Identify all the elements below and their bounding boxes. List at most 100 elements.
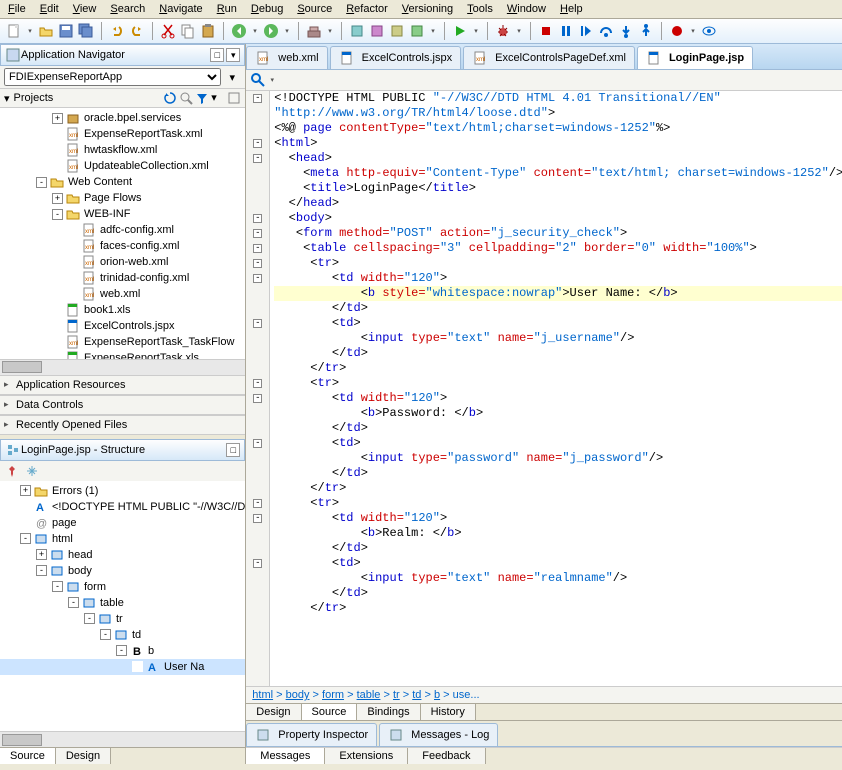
code-line[interactable]: <meta http-equiv="Content-Type" content=… bbox=[274, 166, 842, 181]
step-over-icon[interactable] bbox=[598, 23, 614, 39]
gutter-row[interactable]: - bbox=[246, 391, 269, 406]
code-line[interactable]: <td> bbox=[274, 556, 842, 571]
sub-tab-feedback[interactable]: Feedback bbox=[408, 748, 485, 764]
menu-tools[interactable]: Tools bbox=[467, 3, 493, 15]
fold-icon[interactable]: - bbox=[253, 94, 262, 103]
menu-edit[interactable]: Edit bbox=[40, 3, 59, 15]
tree-item[interactable]: xmlExpenseReportTask.xml bbox=[0, 126, 245, 142]
code-line[interactable]: <head> bbox=[274, 151, 842, 166]
editor-tab-ExcelControls.jspx[interactable]: ExcelControls.jspx bbox=[330, 46, 461, 69]
tree-item[interactable]: +Page Flows bbox=[0, 190, 245, 206]
tree-item[interactable]: ExpenseReportTask.xls bbox=[0, 350, 245, 359]
deploy-icon[interactable] bbox=[409, 23, 425, 39]
gutter-row[interactable]: - bbox=[246, 556, 269, 571]
code-line[interactable]: <body> bbox=[274, 211, 842, 226]
breadcrumb-item[interactable]: html bbox=[252, 689, 273, 701]
dropdown-icon[interactable]: ▾ bbox=[26, 23, 34, 39]
gutter-row[interactable] bbox=[246, 121, 269, 136]
tree-item[interactable]: ExcelControls.jspx bbox=[0, 318, 245, 334]
expand-icon[interactable]: - bbox=[68, 597, 79, 608]
menu-refactor[interactable]: Refactor bbox=[346, 3, 388, 15]
code-line[interactable]: </td> bbox=[274, 586, 842, 601]
gutter-row[interactable] bbox=[246, 286, 269, 301]
paste-icon[interactable] bbox=[200, 23, 216, 39]
tree-item[interactable]: -html bbox=[0, 531, 245, 547]
gutter-row[interactable]: - bbox=[246, 511, 269, 526]
watch-icon[interactable] bbox=[701, 23, 717, 39]
expand-icon[interactable]: + bbox=[20, 485, 31, 496]
breakpoint-icon[interactable] bbox=[669, 23, 685, 39]
tree-item[interactable]: xmlorion-web.xml bbox=[0, 254, 245, 270]
gutter-row[interactable]: - bbox=[246, 241, 269, 256]
h-scrollbar[interactable] bbox=[0, 731, 245, 747]
menu-debug[interactable]: Debug bbox=[251, 3, 283, 15]
expand-icon[interactable]: - bbox=[100, 629, 111, 640]
app-select[interactable]: FDIExpenseReportApp bbox=[4, 68, 221, 86]
tree-item[interactable]: book1.xls bbox=[0, 302, 245, 318]
options-icon[interactable] bbox=[227, 91, 241, 105]
tree-item[interactable]: xmlfaces-config.xml bbox=[0, 238, 245, 254]
fold-icon[interactable]: - bbox=[253, 319, 262, 328]
menu-window[interactable]: Window bbox=[507, 3, 546, 15]
panel-tab[interactable]: Property Inspector bbox=[246, 723, 377, 746]
gutter-row[interactable] bbox=[246, 451, 269, 466]
code-line[interactable]: </td> bbox=[274, 466, 842, 481]
menu-versioning[interactable]: Versioning bbox=[402, 3, 453, 15]
code-line[interactable]: <table cellspacing="3" cellpadding="2" b… bbox=[274, 241, 842, 256]
gutter-row[interactable] bbox=[246, 421, 269, 436]
menu-file[interactable]: File bbox=[8, 3, 26, 15]
code-line[interactable]: <%@ page contentType="text/html;charset=… bbox=[274, 121, 842, 136]
code-line[interactable]: </head> bbox=[274, 196, 842, 211]
app-menu-button[interactable]: ▾ bbox=[223, 68, 241, 86]
code-line[interactable]: <td width="120"> bbox=[274, 511, 842, 526]
tab-design[interactable]: Design bbox=[56, 748, 111, 764]
tree-item[interactable]: -Bb bbox=[0, 643, 245, 659]
tree-item[interactable]: xmladfc-config.xml bbox=[0, 222, 245, 238]
minimize-button[interactable]: □ bbox=[226, 443, 240, 457]
dropdown-button[interactable]: ▾ bbox=[226, 48, 240, 62]
tree-item[interactable]: +Errors (1) bbox=[0, 483, 245, 499]
breadcrumb-item[interactable]: form bbox=[322, 689, 344, 701]
code-line[interactable]: <input type="text" name="realmname"/> bbox=[274, 571, 842, 586]
save-all-icon[interactable] bbox=[78, 23, 94, 39]
tree-item[interactable]: xmlExpenseReportTask_TaskFlow bbox=[0, 334, 245, 350]
gutter-row[interactable] bbox=[246, 196, 269, 211]
pin-icon[interactable] bbox=[4, 463, 20, 479]
menu-navigate[interactable]: Navigate bbox=[159, 3, 202, 15]
tree-item[interactable]: -Web Content bbox=[0, 174, 245, 190]
forward-icon[interactable] bbox=[263, 23, 279, 39]
menu-search[interactable]: Search bbox=[110, 3, 145, 15]
gutter-row[interactable] bbox=[246, 601, 269, 616]
gutter-row[interactable] bbox=[246, 526, 269, 541]
find-icon[interactable] bbox=[179, 91, 193, 105]
panel-tab[interactable]: Messages - Log bbox=[379, 723, 498, 746]
dropdown-icon[interactable]: ▾ bbox=[429, 23, 437, 39]
view-tab-history[interactable]: History bbox=[421, 704, 476, 720]
find-icon[interactable] bbox=[250, 72, 266, 88]
gutter-row[interactable] bbox=[246, 361, 269, 376]
tree-item[interactable]: +oracle.bpel.services bbox=[0, 110, 245, 126]
sub-tab-extensions[interactable]: Extensions bbox=[325, 748, 408, 764]
code-line[interactable]: <td width="120"> bbox=[274, 271, 842, 286]
gutter-row[interactable]: - bbox=[246, 316, 269, 331]
gutter-row[interactable]: - bbox=[246, 226, 269, 241]
fold-icon[interactable]: - bbox=[253, 514, 262, 523]
fold-icon[interactable]: - bbox=[253, 259, 262, 268]
code-editor[interactable]: --------------- <!DOCTYPE HTML PUBLIC "-… bbox=[246, 91, 842, 686]
code-line[interactable]: </td> bbox=[274, 301, 842, 316]
expand-icon[interactable]: - bbox=[52, 209, 63, 220]
code-line[interactable]: <b>Password: </b> bbox=[274, 406, 842, 421]
tree-item[interactable]: xmlhwtaskflow.xml bbox=[0, 142, 245, 158]
fold-icon[interactable]: - bbox=[253, 154, 262, 163]
dropdown-icon[interactable]: ▾ bbox=[268, 72, 276, 88]
project-tree[interactable]: +oracle.bpel.servicesxmlExpenseReportTas… bbox=[0, 108, 245, 359]
code-line[interactable]: <title>LoginPage</title> bbox=[274, 181, 842, 196]
gutter-row[interactable] bbox=[246, 406, 269, 421]
dropdown-icon[interactable]: ▾ bbox=[326, 23, 334, 39]
code-line[interactable]: <input type="password" name="j_password"… bbox=[274, 451, 842, 466]
expand-icon[interactable]: - bbox=[36, 177, 47, 188]
dropdown-icon[interactable]: ▾ bbox=[515, 23, 523, 39]
step-into-icon[interactable] bbox=[618, 23, 634, 39]
gutter-row[interactable] bbox=[246, 481, 269, 496]
pause-icon[interactable] bbox=[558, 23, 574, 39]
